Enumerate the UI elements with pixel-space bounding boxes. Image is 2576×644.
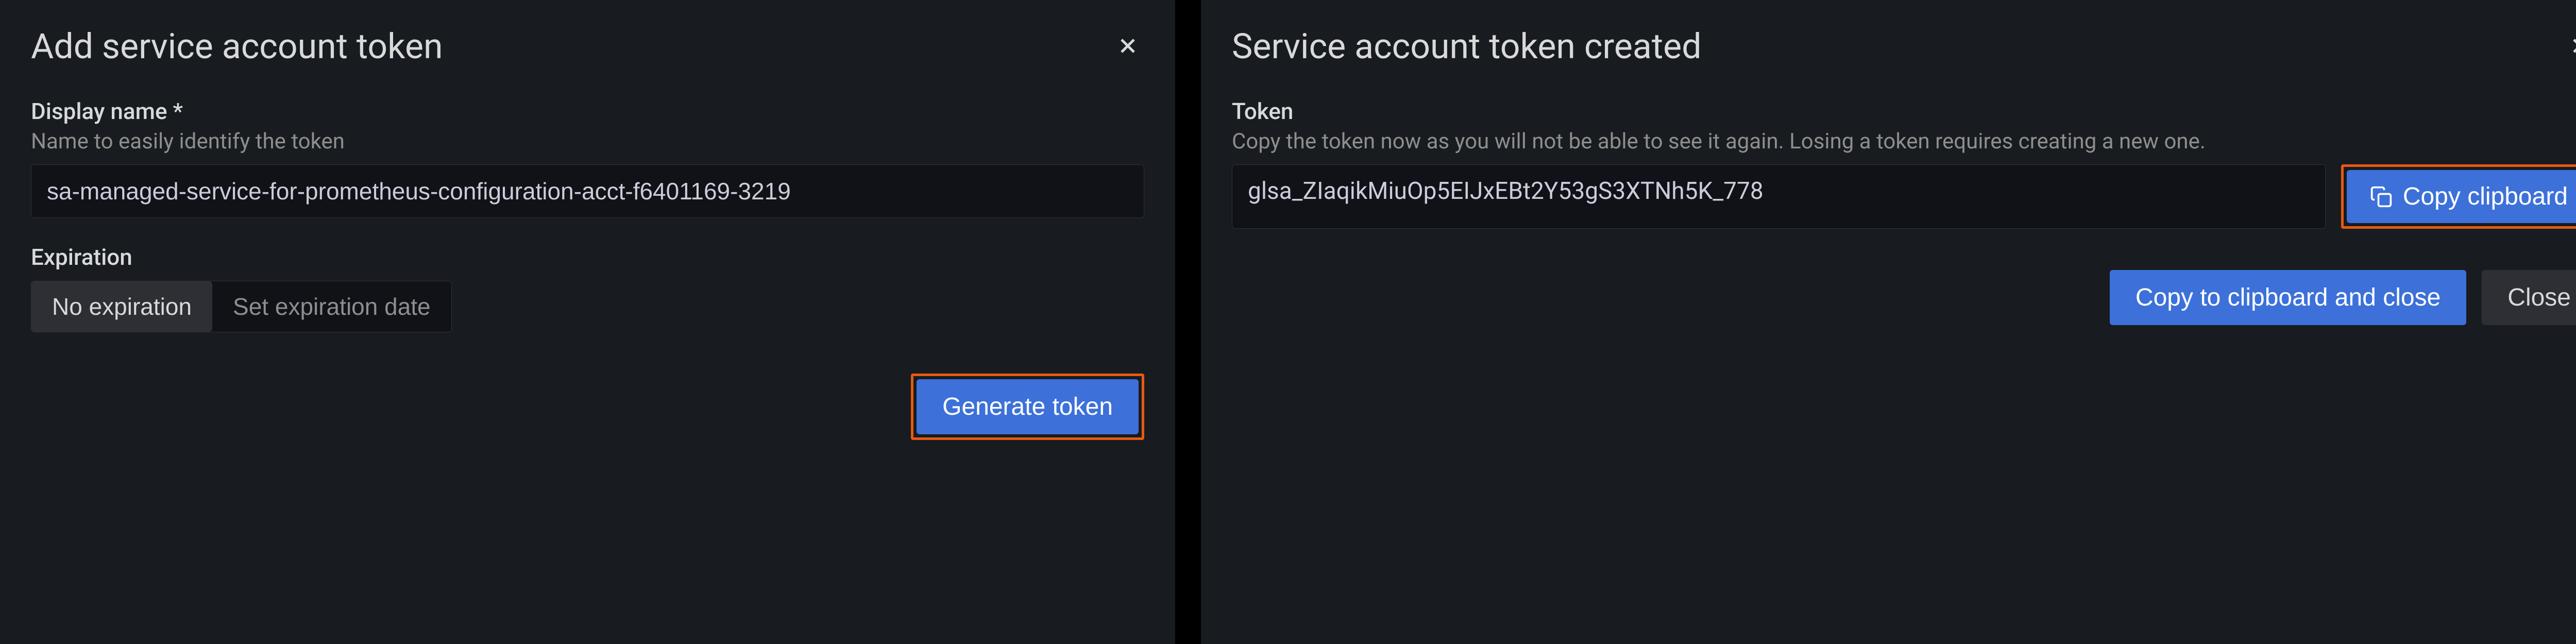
dialog-title: Add service account token: [31, 26, 443, 67]
display-name-label: Display name *: [31, 98, 1144, 125]
highlight-generate: Generate token: [911, 374, 1144, 440]
no-expiration-option[interactable]: No expiration: [31, 281, 212, 332]
close-button[interactable]: [1111, 29, 1144, 64]
token-value[interactable]: glsa_ZIaqikMiuOp5EIJxEBt2Y53gS3XTNh5K_77…: [1232, 164, 2326, 229]
expiration-toggle: No expiration Set expiration date: [31, 281, 452, 332]
close-button[interactable]: [2564, 29, 2576, 64]
token-label: Token: [1232, 98, 2576, 125]
expiration-field: Expiration No expiration Set expiration …: [31, 244, 1144, 332]
copy-clipboard-label: Copy clipboard: [2403, 182, 2568, 211]
dialog-header: Service account token created: [1232, 26, 2576, 67]
generate-token-button[interactable]: Generate token: [917, 379, 1139, 434]
token-created-dialog: Service account token created Token Copy…: [1201, 0, 2576, 644]
dialog-title: Service account token created: [1232, 26, 1702, 67]
display-name-input[interactable]: [31, 164, 1144, 218]
dialog-header: Add service account token: [31, 26, 1144, 67]
add-token-dialog: Add service account token Display name *…: [0, 0, 1175, 644]
highlight-copy: Copy clipboard: [2341, 164, 2576, 229]
token-row: glsa_ZIaqikMiuOp5EIJxEBt2Y53gS3XTNh5K_77…: [1232, 164, 2576, 229]
token-field: Token Copy the token now as you will not…: [1232, 98, 2576, 229]
dialog-footer: Generate token: [31, 374, 1144, 440]
close-footer-button[interactable]: Close: [2482, 270, 2576, 325]
display-name-field: Display name * Name to easily identify t…: [31, 98, 1144, 218]
clipboard-icon: [2370, 185, 2393, 208]
set-expiration-option[interactable]: Set expiration date: [212, 281, 451, 332]
token-hint: Copy the token now as you will not be ab…: [1232, 129, 2576, 154]
expiration-label: Expiration: [31, 244, 1144, 270]
copy-close-button[interactable]: Copy to clipboard and close: [2110, 270, 2466, 325]
close-icon: [1115, 33, 1140, 58]
dialog-footer: Copy to clipboard and close Close: [1232, 270, 2576, 325]
close-icon: [2568, 33, 2576, 58]
copy-clipboard-button[interactable]: Copy clipboard: [2347, 170, 2576, 223]
display-name-hint: Name to easily identify the token: [31, 129, 1144, 154]
